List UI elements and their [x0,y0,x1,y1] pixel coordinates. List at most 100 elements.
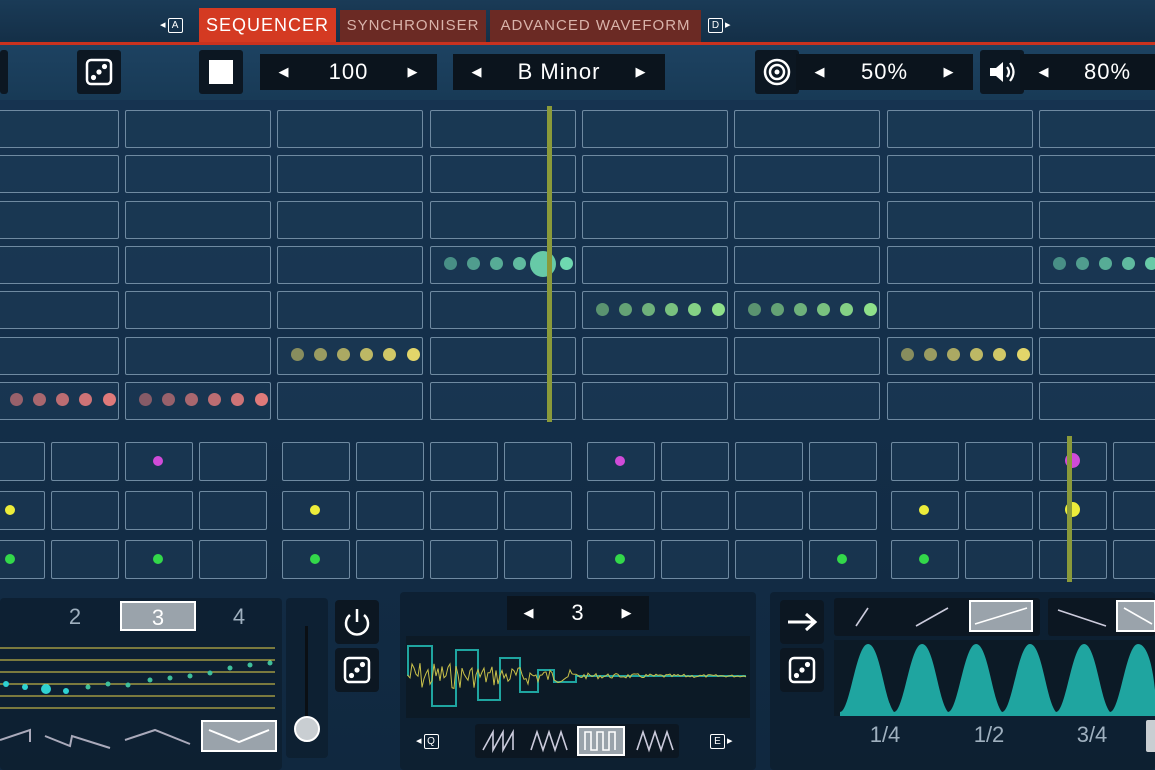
melody-cell[interactable] [1039,336,1155,375]
drum-cell[interactable] [282,442,350,481]
melody-cell[interactable] [0,155,119,194]
melody-cell[interactable] [582,200,728,239]
steep-down-selected[interactable] [1116,600,1155,632]
drum-cell[interactable] [1113,540,1155,579]
arp-shape-selected[interactable] [201,720,277,752]
melody-cell[interactable] [277,110,423,148]
drum-cell[interactable] [199,540,267,579]
drum-cell[interactable] [661,540,729,579]
prev-tab-hint[interactable]: ◂ A [160,18,185,33]
tempo-increase-button[interactable]: ▶ [401,54,425,90]
melody-cell[interactable] [582,381,728,420]
stop-button[interactable] [199,50,243,94]
drum-cell[interactable] [356,442,424,481]
arp-option-3[interactable]: 3 [120,601,196,631]
drum-cell[interactable] [51,442,119,481]
next-wave-hint[interactable]: E ▸ [708,734,733,749]
melody-cell[interactable] [0,110,119,148]
drum-cell[interactable] [735,442,803,481]
drum-cell[interactable] [356,540,424,579]
down-slope-icon[interactable] [1054,604,1110,630]
melody-cell[interactable] [430,291,576,330]
ramp-wave-icon[interactable] [529,728,569,754]
tab-synchroniser[interactable]: SYNCHRONISER [340,10,486,42]
steep-slope-icon[interactable] [848,604,878,630]
drum-cell[interactable] [504,442,572,481]
drum-cell[interactable] [965,540,1033,579]
drum-cell[interactable] [1113,442,1155,481]
melody-cell[interactable] [430,336,576,375]
melody-cell[interactable] [887,381,1033,420]
melody-cell[interactable] [734,200,880,239]
melody-cell[interactable] [734,336,880,375]
drum-cell[interactable] [199,442,267,481]
melody-cell[interactable] [277,200,423,239]
melody-cell[interactable] [430,381,576,420]
melody-cell[interactable] [734,155,880,194]
melody-cell[interactable] [277,155,423,194]
melody-cell[interactable] [1039,200,1155,239]
randomize-arp-button[interactable] [335,648,379,692]
melody-cell[interactable] [887,155,1033,194]
melody-cell[interactable] [430,110,576,148]
melody-cell[interactable] [1039,381,1155,420]
melody-cell[interactable] [734,110,880,148]
melody-cell[interactable] [887,110,1033,148]
melody-cell[interactable] [734,381,880,420]
melody-cell[interactable] [582,336,728,375]
melody-cell[interactable] [125,110,271,148]
melody-cell[interactable] [0,336,119,375]
drum-cell[interactable] [51,491,119,530]
melody-cell[interactable] [1039,110,1155,148]
drum-cell[interactable] [504,491,572,530]
drum-cell[interactable] [661,442,729,481]
power-button[interactable] [335,600,379,644]
division-1-4[interactable]: 1/4 [850,722,920,748]
drum-cell[interactable] [587,491,655,530]
melody-cell[interactable] [582,110,728,148]
target-button[interactable] [755,50,799,94]
melody-cell[interactable] [125,155,271,194]
melody-cell[interactable] [125,245,271,284]
division-3-4[interactable]: 3/4 [1057,722,1127,748]
medium-slope-icon[interactable] [912,604,952,630]
melody-cell[interactable] [887,291,1033,330]
drum-cell[interactable] [430,442,498,481]
drum-cell[interactable] [0,442,45,481]
melody-cell[interactable] [0,245,119,284]
tab-advanced-waveform[interactable]: ADVANCED WAVEFORM [490,10,701,42]
drum-cell[interactable] [125,491,193,530]
melody-cell[interactable] [582,245,728,284]
melody-cell[interactable] [430,200,576,239]
direction-button[interactable] [780,600,824,644]
drum-cell[interactable] [809,442,877,481]
drum-cell[interactable] [430,491,498,530]
drum-cell[interactable] [51,540,119,579]
prev-wave-hint[interactable]: ◂ Q [416,734,441,749]
melody-cell[interactable] [582,155,728,194]
drum-cell[interactable] [1039,540,1107,579]
melody-cell[interactable] [277,291,423,330]
melody-cell[interactable] [0,200,119,239]
melody-cell[interactable] [125,336,271,375]
triangle-wave-icon[interactable] [635,728,675,754]
melody-cell[interactable] [887,200,1033,239]
target-increase-button[interactable]: ▶ [937,54,961,90]
drum-cell[interactable] [965,491,1033,530]
arp-shape-options[interactable] [0,718,200,758]
division-full-button[interactable] [1146,720,1155,752]
randomize-button[interactable] [77,50,121,94]
shallow-slope-selected[interactable] [969,600,1033,632]
melody-cell[interactable] [734,245,880,284]
melody-cell[interactable] [0,291,119,330]
melody-cell[interactable] [277,381,423,420]
drum-cell[interactable] [735,540,803,579]
arp-option-2[interactable]: 2 [40,602,110,632]
waveform-increase-button[interactable]: ▶ [615,596,639,630]
melody-cell[interactable] [1039,155,1155,194]
melody-cell[interactable] [887,245,1033,284]
melody-cell[interactable] [277,245,423,284]
drum-cell[interactable] [661,491,729,530]
slider-thumb[interactable] [294,716,320,742]
drum-cell[interactable] [735,491,803,530]
